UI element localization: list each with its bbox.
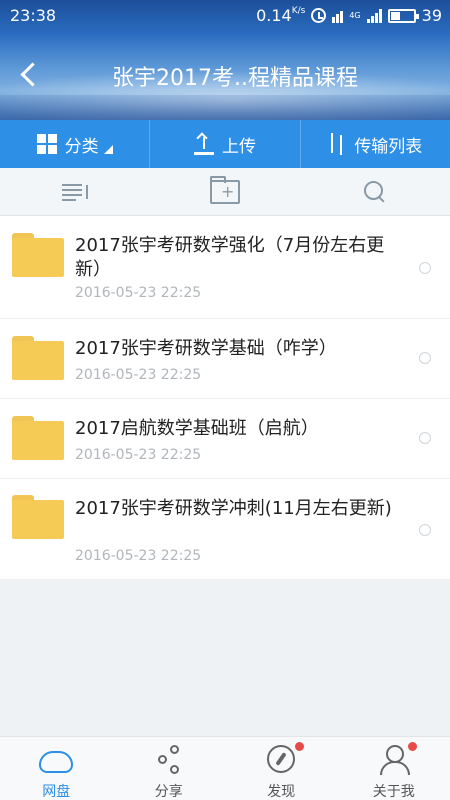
share-icon: [152, 745, 186, 775]
list-item[interactable]: 2017张宇考研数学强化（7月份左右更新） 2016-05-23 22:25: [0, 216, 450, 319]
dropdown-caret-icon: [103, 144, 113, 154]
nav-label: 发现: [267, 784, 296, 800]
category-button[interactable]: 分类: [0, 120, 149, 168]
grid-icon: [36, 134, 57, 154]
compass-icon: [267, 745, 296, 773]
nav-netdisk[interactable]: 网盘: [0, 737, 113, 800]
select-radio[interactable]: [419, 352, 431, 364]
upload-button[interactable]: 上传: [149, 120, 299, 168]
status-indicators: 0.14K/s 4G 39: [256, 6, 442, 25]
nav-label: 网盘: [42, 784, 71, 800]
file-name: 2017启航数学基础班（启航）: [75, 418, 319, 439]
battery-icon: [387, 8, 419, 23]
action-bar: 分类 上传 传输列表: [0, 120, 450, 168]
notification-badge: [295, 742, 304, 751]
folder-icon: [12, 336, 64, 380]
battery-percent: 39: [421, 6, 442, 25]
alarm-icon: [311, 8, 327, 23]
file-name: 2017张宇考研数学冲刺(11月左右更新): [75, 498, 392, 519]
network-speed: 0.14K/s: [256, 6, 306, 25]
upload-label: 上传: [221, 136, 256, 157]
network-type: 4G: [349, 11, 361, 20]
file-date: 2016-05-23 22:25: [75, 367, 202, 383]
person-icon: [377, 745, 411, 775]
new-folder-button[interactable]: +: [150, 168, 300, 215]
category-label: 分类: [64, 136, 99, 157]
folder-icon: [12, 416, 64, 460]
signal-icon: [366, 8, 382, 23]
search-icon: [364, 180, 386, 203]
file-name: 2017张宇考研数学基础（咋学）: [75, 338, 337, 359]
transfer-list-button[interactable]: 传输列表: [299, 120, 450, 168]
file-name: 2017张宇考研数学强化（7月份左右更新）: [75, 235, 385, 280]
select-radio[interactable]: [419, 262, 431, 274]
list-item[interactable]: 2017张宇考研数学基础（咋学） 2016-05-23 22:25: [0, 319, 450, 399]
folder-icon: [12, 495, 64, 539]
page-title: 张宇2017考..程精品课程: [112, 66, 358, 91]
new-folder-icon: +: [210, 175, 240, 204]
bottom-nav: 网盘 分享 发现 关于我: [0, 736, 450, 800]
search-button[interactable]: [300, 168, 450, 215]
upload-icon: [193, 132, 214, 155]
file-date: 2016-05-23 22:25: [75, 548, 202, 564]
battery-level: [390, 11, 400, 20]
title-bar: 张宇2017考..程精品课程: [0, 50, 450, 100]
status-bar: 23:38 0.14K/s 4G 39: [0, 0, 450, 32]
file-list: 2017张宇考研数学强化（7月份左右更新） 2016-05-23 22:25 2…: [0, 216, 450, 580]
nav-about-me[interactable]: 关于我: [338, 737, 450, 800]
folder-icon: [12, 233, 64, 277]
wifi-icon: [332, 9, 344, 23]
nav-share[interactable]: 分享: [113, 737, 226, 800]
list-item[interactable]: 2017张宇考研数学冲刺(11月左右更新) 2016-05-23 22:25: [0, 479, 450, 580]
nav-discover[interactable]: 发现: [225, 737, 338, 800]
transfer-label: 传输列表: [354, 136, 423, 157]
notification-badge: [407, 742, 417, 751]
status-time: 23:38: [10, 6, 57, 25]
nav-label: 关于我: [372, 784, 415, 800]
select-radio[interactable]: [419, 432, 431, 444]
list-item[interactable]: 2017启航数学基础班（启航） 2016-05-23 22:25: [0, 399, 450, 479]
cloud-icon: [39, 751, 74, 773]
file-date: 2016-05-23 22:25: [75, 447, 202, 463]
file-toolbar: +: [0, 168, 450, 216]
sort-button[interactable]: [0, 168, 150, 215]
transfer-icon: [328, 133, 346, 155]
back-button[interactable]: [14, 56, 50, 92]
select-radio[interactable]: [419, 524, 431, 536]
nav-label: 分享: [154, 784, 183, 800]
sort-icon: [62, 183, 88, 201]
file-date: 2016-05-23 22:25: [75, 285, 202, 301]
